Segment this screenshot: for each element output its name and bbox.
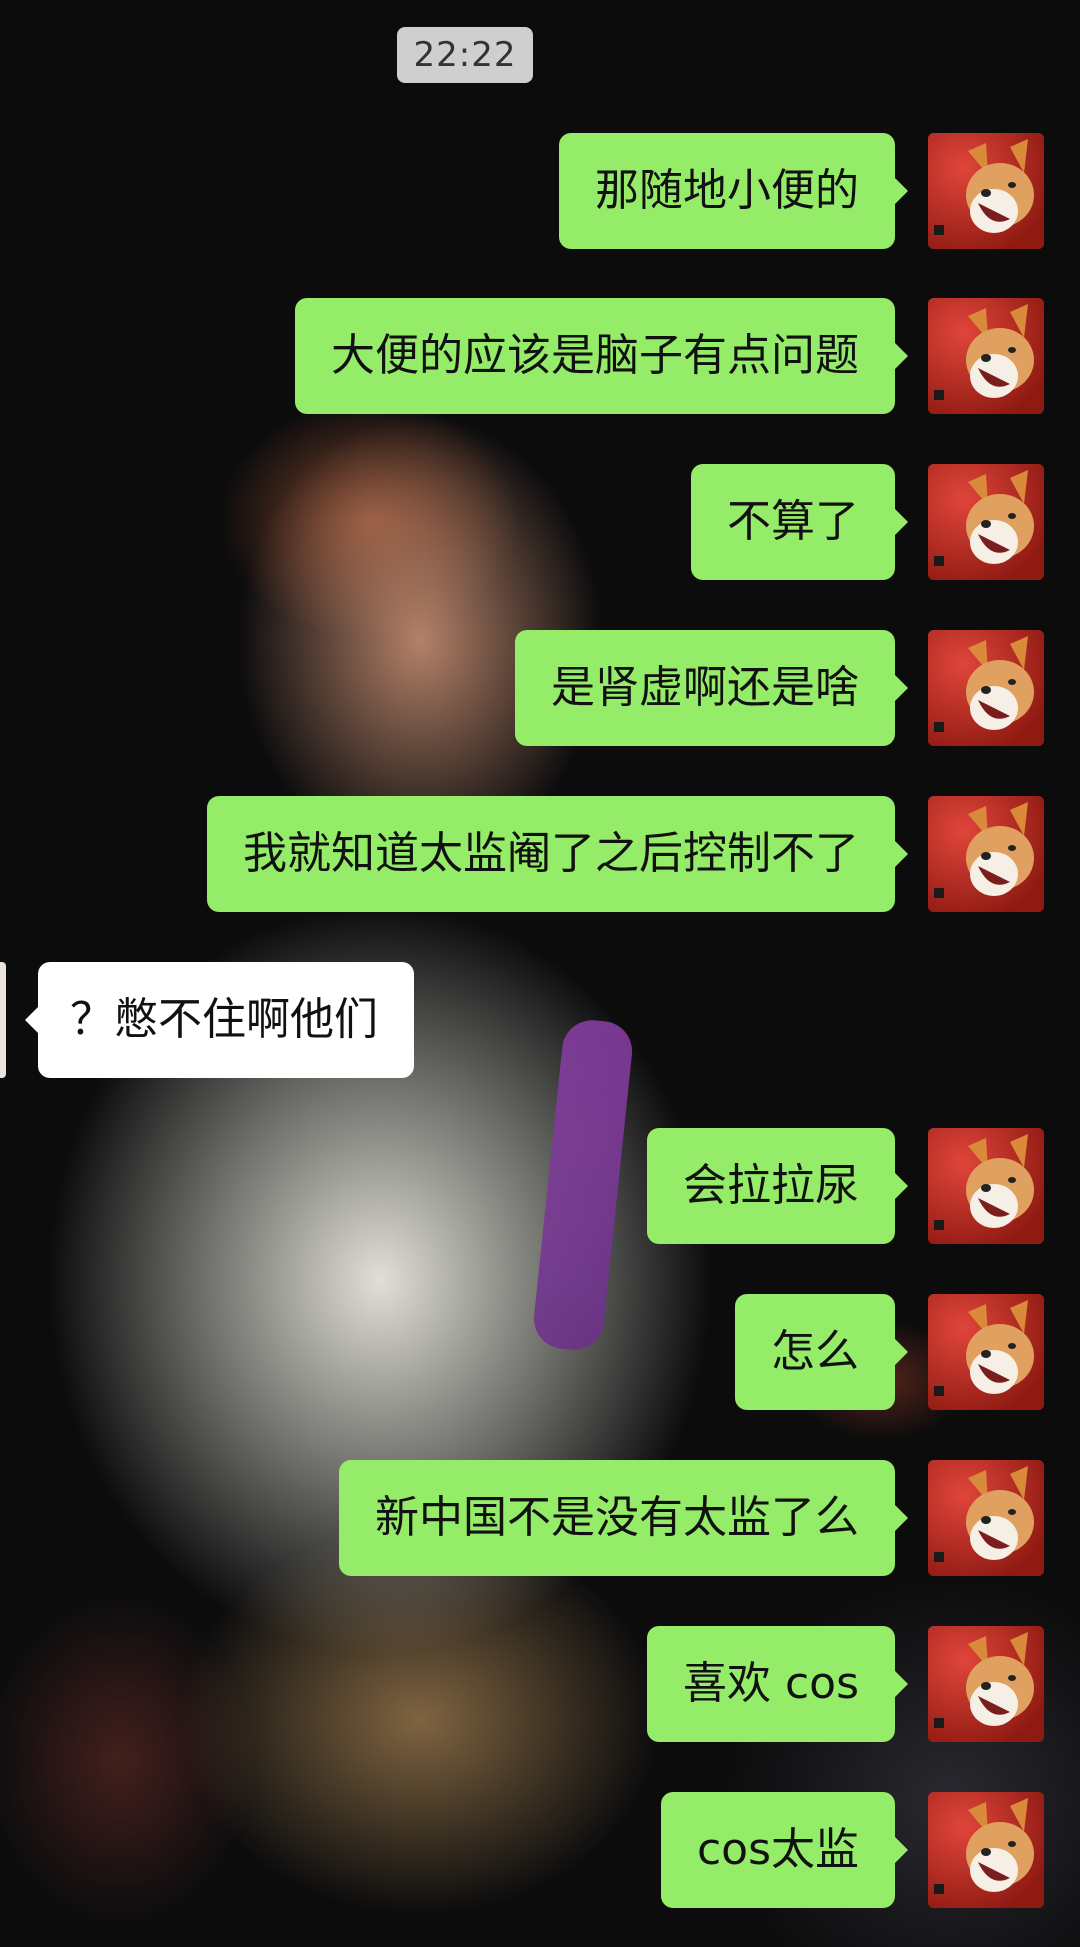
message-row: 那随地小便的: [0, 133, 1080, 249]
message-row: 大便的应该是脑子有点问题: [0, 298, 1080, 414]
incoming-message-bubble[interactable]: ？憋不住啊他们: [25, 962, 414, 1078]
corgi-avatar-icon[interactable]: [928, 1626, 1044, 1742]
message-row: 新中国不是没有太监了么: [0, 1460, 1080, 1576]
outgoing-message-bubble[interactable]: 怎么: [735, 1294, 908, 1410]
message-row: 怎么: [0, 1294, 1080, 1410]
outgoing-message-bubble[interactable]: cos太监: [660, 1792, 909, 1908]
corgi-avatar-icon[interactable]: [928, 133, 1044, 249]
corgi-avatar-icon[interactable]: [928, 1792, 1044, 1908]
outgoing-message-bubble[interactable]: 我就知道太监阉了之后控制不了: [207, 796, 908, 912]
message-row: 是肾虚啊还是啥: [0, 630, 1080, 746]
outgoing-message-bubble[interactable]: 那随地小便的: [559, 133, 908, 249]
timestamp-chip: 22:22: [397, 27, 533, 83]
contact-avatar-icon[interactable]: [0, 962, 6, 1078]
message-row: cos太监: [0, 1792, 1080, 1908]
outgoing-message-bubble[interactable]: 喜欢 cos: [646, 1626, 909, 1742]
message-row: ？憋不住啊他们: [0, 962, 1080, 1078]
corgi-avatar-icon[interactable]: [928, 1294, 1044, 1410]
message-row: 喜欢 cos: [0, 1626, 1080, 1742]
corgi-avatar-icon[interactable]: [928, 1460, 1044, 1576]
outgoing-message-bubble[interactable]: 大便的应该是脑子有点问题: [295, 298, 908, 414]
corgi-avatar-icon[interactable]: [928, 1128, 1044, 1244]
outgoing-message-bubble[interactable]: 会拉拉尿: [647, 1128, 908, 1244]
message-row: 我就知道太监阉了之后控制不了: [0, 796, 1080, 912]
outgoing-message-bubble[interactable]: 是肾虚啊还是啥: [515, 630, 908, 746]
corgi-avatar-icon[interactable]: [928, 464, 1044, 580]
message-row: 会拉拉尿: [0, 1128, 1080, 1244]
outgoing-message-bubble[interactable]: 新中国不是没有太监了么: [339, 1460, 908, 1576]
message-row: 不算了: [0, 464, 1080, 580]
corgi-avatar-icon[interactable]: [928, 298, 1044, 414]
corgi-avatar-icon[interactable]: [928, 630, 1044, 746]
outgoing-message-bubble[interactable]: 不算了: [691, 464, 908, 580]
corgi-avatar-icon[interactable]: [928, 796, 1044, 912]
